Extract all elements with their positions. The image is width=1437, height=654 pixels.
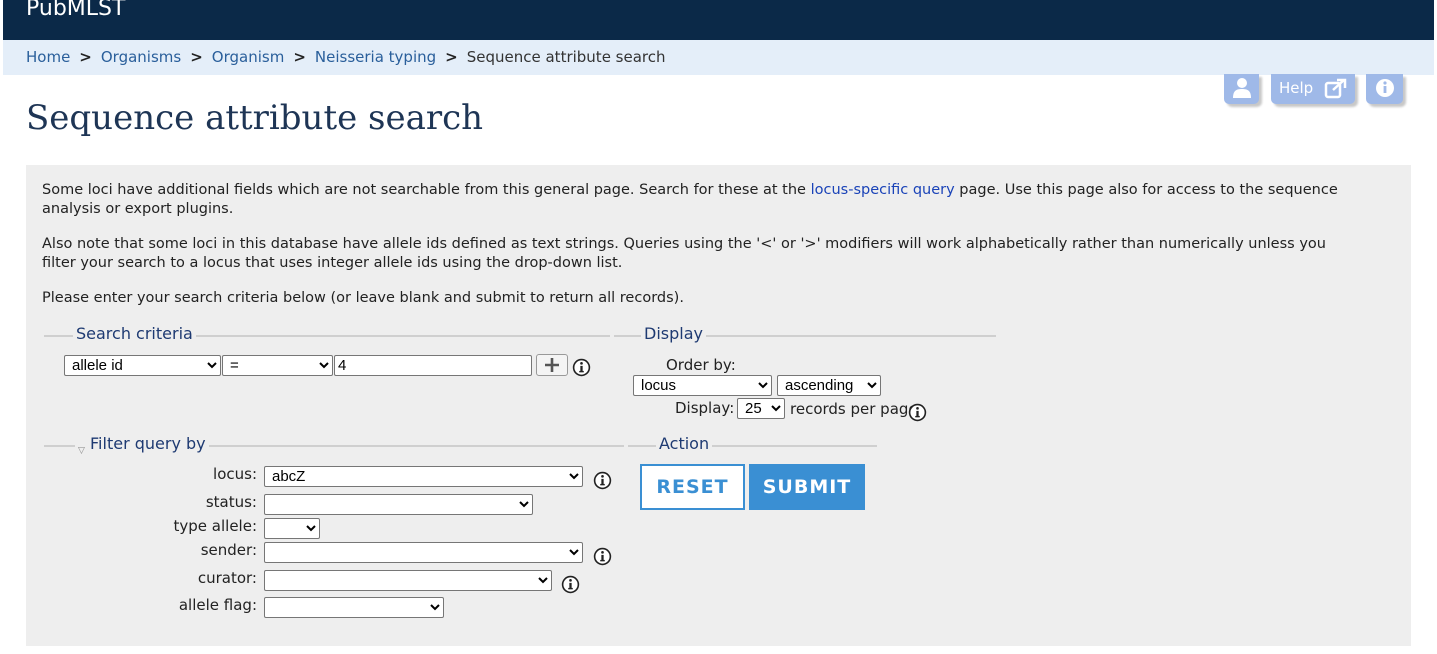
breadcrumb-separator: >	[293, 48, 306, 66]
display-label: Display:	[675, 399, 735, 417]
action-legend: Action	[656, 434, 713, 453]
allele-flag-select[interactable]	[264, 597, 444, 618]
records-per-page-select[interactable]: 25	[737, 398, 785, 419]
breadcrumb-separator: >	[445, 48, 458, 66]
locus-info-icon[interactable]	[593, 471, 612, 490]
search-value-input[interactable]	[334, 355, 532, 376]
intro-paragraph-3: Please enter your search criteria below …	[42, 290, 684, 306]
search-criteria-fieldset: Search criteria allele id =	[44, 324, 610, 425]
display-legend: Display	[641, 324, 706, 343]
add-criteria-button[interactable]	[536, 354, 568, 376]
search-operator-select[interactable]: =	[222, 355, 333, 376]
top-bar: PubMLST	[3, 0, 1434, 40]
breadcrumb-organism[interactable]: Organism	[212, 48, 285, 66]
intro-paragraph-2: Also note that some loci in this databas…	[42, 236, 1326, 271]
search-criteria-info-icon[interactable]	[572, 358, 591, 377]
user-button[interactable]	[1224, 74, 1259, 104]
search-field-select[interactable]: allele id	[64, 355, 221, 376]
help-button[interactable]: Help	[1271, 74, 1355, 104]
search-criteria-legend: Search criteria	[73, 324, 196, 343]
breadcrumb-home[interactable]: Home	[26, 48, 70, 66]
page-title: Sequence attribute search	[26, 98, 484, 138]
submit-button[interactable]: SUBMIT	[749, 464, 865, 510]
display-info-icon[interactable]	[908, 403, 927, 422]
filter-legend[interactable]: ▽ Filter query by	[75, 434, 209, 456]
breadcrumb-separator: >	[79, 48, 92, 66]
info-icon	[1376, 79, 1394, 97]
query-panel: Some loci have additional fields which a…	[26, 165, 1411, 646]
external-link-icon	[1324, 78, 1347, 99]
locus-select[interactable]: abcZ	[264, 466, 583, 487]
breadcrumb: Home > Organisms > Organism > Neisseria typing…	[26, 48, 666, 66]
sender-select[interactable]	[264, 542, 583, 563]
filter-fieldset: ▽ Filter query by locus: abcZ status: ty…	[44, 434, 624, 635]
curator-select[interactable]	[264, 570, 552, 591]
locus-specific-query-link[interactable]: locus-specific query	[811, 182, 955, 198]
intro-paragraph-1: Some loci have additional fields which a…	[42, 181, 1342, 219]
display-fieldset: Display Order by: locus ascending Displa…	[614, 324, 996, 425]
sender-info-icon[interactable]	[593, 547, 612, 566]
plus-icon	[545, 358, 559, 372]
breadcrumb-organisms[interactable]: Organisms	[101, 48, 181, 66]
type-allele-label: type allele:	[173, 517, 257, 535]
site-brand[interactable]: PubMLST	[26, 0, 125, 21]
breadcrumb-neisseria-typing[interactable]: Neisseria typing	[315, 48, 436, 66]
filter-legend-label: Filter query by	[90, 434, 206, 453]
reset-button[interactable]: RESET	[640, 464, 745, 510]
intro-text: Some loci have additional fields which a…	[42, 182, 811, 198]
type-allele-select[interactable]	[264, 518, 320, 539]
info-button[interactable]	[1366, 74, 1403, 104]
breadcrumb-bar: Home > Organisms > Organism > Neisseria typing…	[3, 40, 1434, 75]
order-by-label: Order by:	[666, 356, 736, 374]
order-by-select[interactable]: locus	[633, 375, 772, 396]
breadcrumb-separator: >	[190, 48, 203, 66]
curator-info-icon[interactable]	[561, 575, 580, 594]
curator-label: curator:	[197, 569, 257, 587]
collapse-icon: ▽	[78, 446, 85, 456]
allele-flag-label: allele flag:	[178, 596, 257, 614]
breadcrumb-current: Sequence attribute search	[466, 48, 666, 66]
help-label: Help	[1279, 79, 1314, 97]
sort-direction-select[interactable]: ascending	[777, 375, 881, 396]
locus-label: locus:	[213, 465, 257, 483]
records-per-page-label: records per page	[790, 400, 918, 418]
sender-label: sender:	[200, 541, 257, 559]
status-select[interactable]	[264, 494, 533, 515]
user-icon	[1233, 78, 1251, 98]
status-label: status:	[205, 493, 257, 511]
